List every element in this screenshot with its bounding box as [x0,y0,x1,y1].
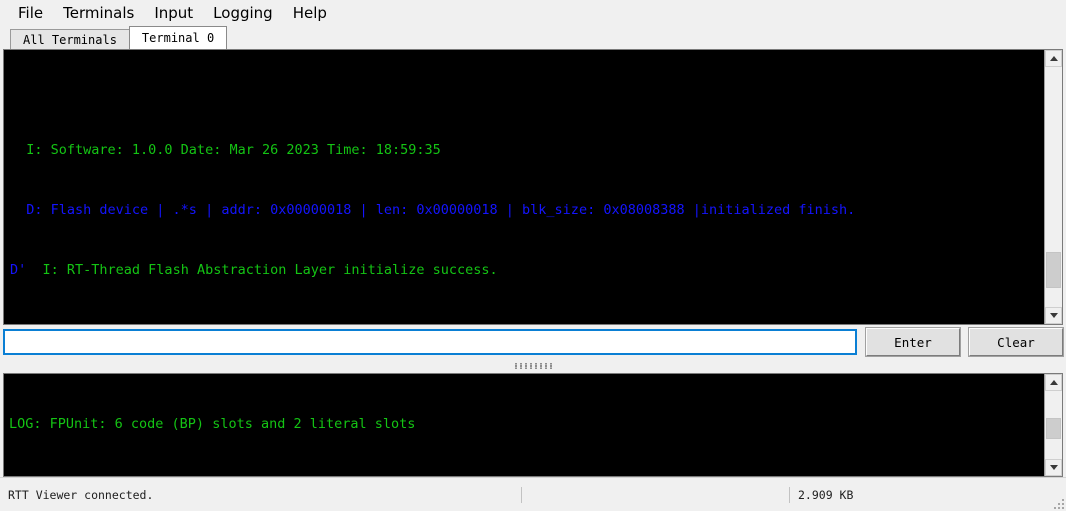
terminal-line: D: Flash device | .*s | addr: 0x00000018… [10,202,856,218]
terminal-output-panel: I: System is starting... I: Software: 1.… [3,49,1063,325]
terminal-scroll-track[interactable] [1045,67,1062,307]
log-scroll-up-button[interactable] [1045,374,1062,391]
terminal-scroll-up-button[interactable] [1045,50,1062,67]
menu-help[interactable]: Help [283,2,337,24]
chevron-down-icon [1049,313,1058,318]
menu-bar: File Terminals Input Logging Help [0,0,1066,26]
status-middle [522,478,789,511]
chevron-down-icon [1049,465,1058,470]
chevron-up-icon [1049,56,1058,61]
tab-all-terminals[interactable]: All Terminals [10,29,130,50]
log-scrollbar[interactable] [1044,374,1062,476]
terminal-line: D: KVDB size is 16384 bytes. [4,320,1044,324]
log-scroll-down-button[interactable] [1045,459,1062,476]
terminal-line-text: I: RT-Thread Flash Abstraction Layer ini… [26,262,498,278]
log-line: LOG: CoreSight components: [9,474,1044,476]
terminal-scroll-down-button[interactable] [1045,307,1062,324]
menu-input[interactable]: Input [144,2,203,24]
log-scroll-thumb[interactable] [1046,418,1061,439]
terminal-scroll-thumb[interactable] [1046,251,1061,288]
menu-terminals[interactable]: Terminals [53,2,144,24]
terminal-line: D' I: RT-Thread Flash Abstraction Layer … [4,260,1044,280]
log-output-panel: LOG: FPUnit: 6 code (BP) slots and 2 lit… [3,373,1063,477]
tab-terminal-0[interactable]: Terminal 0 [128,26,228,49]
command-input-row: Enter Clear [0,325,1066,359]
terminal-tab-bar: All Terminals Terminal 0 [0,26,1066,50]
splitter-grip-icon [514,363,552,369]
log-scroll-track[interactable] [1045,391,1062,459]
terminal-clipped-line: I: System is starting... [4,90,1044,100]
terminal-line-prefix: D' [10,262,27,278]
panel-splitter[interactable] [0,359,1066,373]
log-line: LOG: FPUnit: 6 code (BP) slots and 2 lit… [9,416,416,432]
enter-button[interactable]: Enter [865,327,961,357]
terminal-line: I: Software: 1.0.0 Date: Mar 26 2023 Tim… [10,142,441,158]
menu-file[interactable]: File [8,2,53,24]
chevron-up-icon [1049,380,1058,385]
status-data-size: 2.909 KB [798,487,854,502]
window-resize-grip-icon[interactable] [1052,497,1064,509]
status-connection: RTT Viewer connected. [8,487,154,502]
clear-button[interactable]: Clear [968,327,1064,357]
terminal-scrollbar[interactable] [1044,50,1062,324]
status-bar: RTT Viewer connected. 2.909 KB [0,477,1066,511]
rtt-viewer-window: File Terminals Input Logging Help All Te… [0,0,1066,511]
command-input[interactable] [3,329,857,355]
terminal-output[interactable]: I: System is starting... I: Software: 1.… [4,50,1044,324]
log-output[interactable]: LOG: FPUnit: 6 code (BP) slots and 2 lit… [4,374,1044,476]
menu-logging[interactable]: Logging [203,2,283,24]
